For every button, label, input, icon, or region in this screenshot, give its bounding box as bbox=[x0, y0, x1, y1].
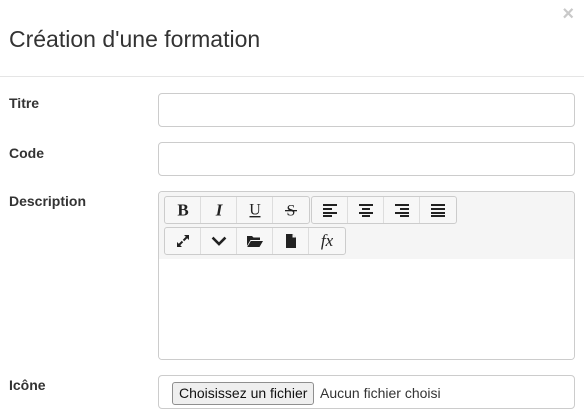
text-style-group: B I U S bbox=[164, 196, 310, 224]
fullscreen-button[interactable] bbox=[165, 228, 201, 254]
svg-text:B: B bbox=[177, 202, 188, 218]
alignment-group bbox=[311, 196, 457, 224]
file-status-text: Aucun fichier choisi bbox=[320, 385, 441, 401]
create-formation-dialog: Création d'une formation × Titre Code De… bbox=[0, 0, 584, 418]
underline-icon: U bbox=[247, 202, 263, 218]
strikethrough-icon: S bbox=[283, 202, 299, 218]
tools-group: fx bbox=[164, 227, 346, 255]
align-right-button[interactable] bbox=[384, 197, 420, 223]
align-left-button[interactable] bbox=[312, 197, 348, 223]
formula-button[interactable]: fx bbox=[309, 228, 345, 254]
open-folder-button[interactable] bbox=[237, 228, 273, 254]
svg-text:I: I bbox=[214, 202, 223, 218]
svg-text:U: U bbox=[249, 202, 261, 218]
align-right-icon bbox=[394, 203, 410, 217]
file-icon bbox=[284, 233, 298, 249]
align-justify-button[interactable] bbox=[420, 197, 456, 223]
bold-button[interactable]: B bbox=[165, 197, 201, 223]
description-label: Description bbox=[9, 193, 87, 209]
description-editor: B I U S fx bbox=[158, 191, 575, 360]
formula-icon: fx bbox=[320, 231, 334, 250]
icone-file-input: Choisissez un fichier Aucun fichier choi… bbox=[158, 375, 575, 409]
strikethrough-button[interactable]: S bbox=[273, 197, 309, 223]
bold-icon: B bbox=[175, 202, 191, 218]
dialog-title: Création d'une formation bbox=[9, 26, 261, 52]
code-label: Code bbox=[9, 145, 44, 161]
italic-icon: I bbox=[211, 202, 227, 218]
fullscreen-icon bbox=[175, 233, 191, 249]
choose-file-button[interactable]: Choisissez un fichier bbox=[172, 382, 315, 405]
icone-label: Icône bbox=[9, 377, 46, 393]
folder-open-icon bbox=[246, 233, 264, 249]
titre-label: Titre bbox=[9, 95, 40, 111]
italic-button[interactable]: I bbox=[201, 197, 237, 223]
code-input[interactable] bbox=[158, 142, 575, 176]
titre-input[interactable] bbox=[158, 93, 575, 127]
editor-toolbar: B I U S fx bbox=[159, 192, 574, 260]
align-center-button[interactable] bbox=[348, 197, 384, 223]
chevron-down-icon bbox=[211, 233, 227, 249]
underline-button[interactable]: U bbox=[237, 197, 273, 223]
align-center-icon bbox=[358, 203, 374, 217]
dialog-header: Création d'une formation × bbox=[0, 0, 584, 77]
close-button[interactable]: × bbox=[562, 4, 574, 24]
description-editor-content[interactable] bbox=[159, 259, 574, 359]
align-justify-icon bbox=[430, 203, 446, 217]
file-button[interactable] bbox=[273, 228, 309, 254]
align-left-icon bbox=[322, 203, 338, 217]
more-options-button[interactable] bbox=[201, 228, 237, 254]
